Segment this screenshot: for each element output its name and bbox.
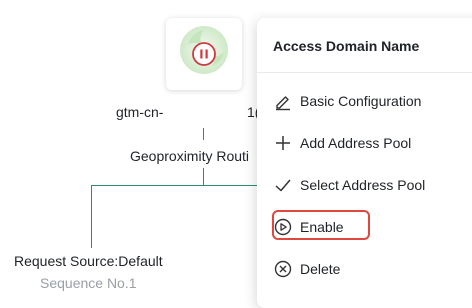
menu-item-label: Add Address Pool bbox=[300, 135, 412, 151]
menu-item-add-address-pool[interactable]: Add Address Pool bbox=[273, 129, 411, 157]
sequence-label: Sequence No.1 bbox=[40, 275, 137, 291]
address-pool-label[interactable]: Request Source:Default bbox=[14, 253, 163, 269]
edit-icon bbox=[273, 91, 293, 111]
menu-divider bbox=[257, 72, 472, 73]
close-circle-icon bbox=[273, 259, 293, 279]
instance-id-label: gtm-cn- bbox=[116, 104, 163, 120]
check-icon bbox=[273, 175, 293, 195]
menu-item-label: Delete bbox=[300, 261, 341, 277]
menu-item-delete[interactable]: Delete bbox=[273, 255, 340, 283]
access-domain-node[interactable] bbox=[166, 18, 242, 90]
menu-item-label: Select Address Pool bbox=[300, 177, 426, 193]
enable-highlight-box bbox=[272, 210, 370, 240]
routing-policy-label: Geoproximity Routi bbox=[130, 148, 250, 164]
menu-title: Access Domain Name bbox=[273, 38, 420, 54]
context-menu: Access Domain Name Basic Configuration A… bbox=[257, 18, 472, 308]
instance-id-prefix: gtm-cn- bbox=[116, 104, 164, 120]
link-line-vertical-left bbox=[91, 185, 92, 248]
menu-item-basic-configuration[interactable]: Basic Configuration bbox=[273, 87, 421, 115]
plus-icon bbox=[273, 133, 293, 153]
link-line-vertical-top bbox=[203, 128, 204, 140]
menu-item-select-address-pool[interactable]: Select Address Pool bbox=[273, 171, 425, 199]
link-line-horizontal bbox=[91, 185, 257, 186]
pause-circle-icon bbox=[178, 24, 230, 76]
link-line-vertical-mid bbox=[203, 168, 204, 185]
menu-item-label: Basic Configuration bbox=[300, 93, 422, 109]
